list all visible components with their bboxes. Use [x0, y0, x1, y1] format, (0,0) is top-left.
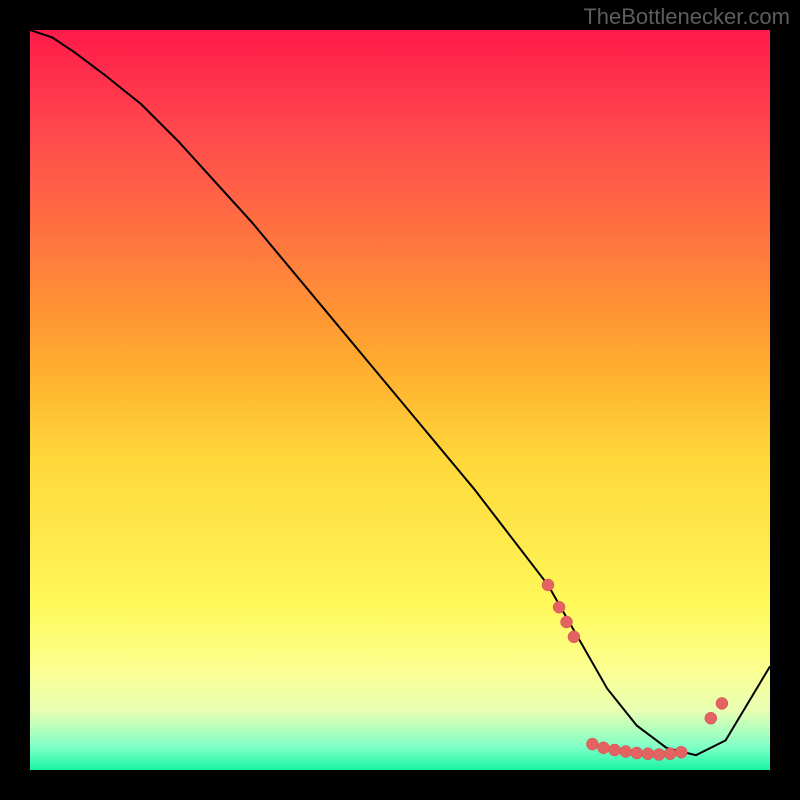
data-marker	[609, 744, 621, 756]
data-marker	[568, 631, 580, 643]
data-marker	[675, 746, 687, 758]
data-marker	[664, 748, 676, 760]
data-marker	[620, 746, 632, 758]
data-marker	[716, 697, 728, 709]
data-marker	[642, 748, 654, 760]
data-marker	[553, 601, 565, 613]
data-marker	[631, 747, 643, 759]
data-marker	[561, 616, 573, 628]
plot-area	[30, 30, 770, 770]
data-marker	[653, 749, 665, 761]
data-marker	[542, 579, 554, 591]
data-marker	[598, 742, 610, 754]
chart-container: TheBottlenecker.com	[0, 0, 800, 800]
data-marker	[705, 712, 717, 724]
data-marker	[586, 738, 598, 750]
plot-svg	[30, 30, 770, 770]
curve-line	[30, 30, 770, 755]
watermark-text: TheBottlenecker.com	[583, 4, 790, 30]
markers-group	[542, 579, 728, 761]
